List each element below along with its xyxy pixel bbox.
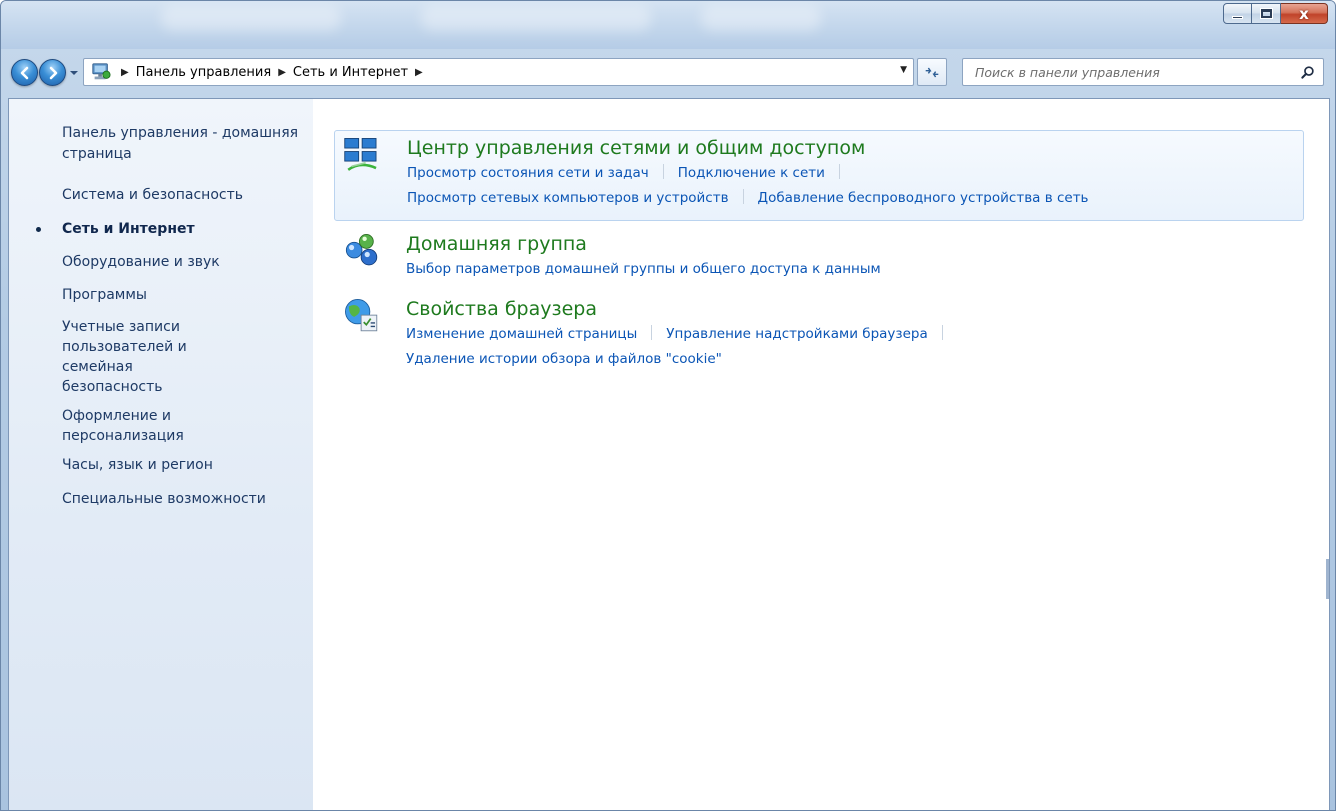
sidebar-item-appearance[interactable]: Оформление и персонализация [9,406,209,446]
search-box [962,58,1324,86]
link-view-network-status[interactable]: Просмотр состояния сети и задач [407,165,649,181]
arrow-right-icon [49,66,57,79]
category-links: Просмотр состояния сети и задач Подключен… [407,161,1293,211]
back-button[interactable] [11,59,38,86]
search-icon[interactable] [1295,60,1319,84]
sidebar: Панель управления - домашняя страница Си… [9,99,313,810]
control-panel-window: x ▶ Панель управления ▶ Сеть и Интернет … [0,0,1336,811]
link-separator [742,189,744,204]
category-network-center: Центр управления сетями и общим доступом… [334,130,1304,221]
sidebar-item-accessibility[interactable]: Специальные возможности [9,489,313,509]
link-view-network-computers[interactable]: Просмотр сетевых компьютеров и устройств [407,190,729,206]
chevron-down-icon [70,71,78,75]
address-dropdown-icon[interactable]: ▼ [900,65,907,75]
category-title-homegroup[interactable]: Домашняя группа [406,231,1294,257]
minimize-icon [1232,15,1243,19]
sidebar-item-hardware-sound[interactable]: Оборудование и звук [9,252,313,272]
minimize-button[interactable] [1223,3,1252,24]
breadcrumb-network-internet[interactable]: Сеть и Интернет [293,65,408,80]
category-links: Изменение домашней страницы Управление на… [406,322,1294,372]
sidebar-item-user-accounts[interactable]: Учетные записи пользователей и семейная … [9,317,249,397]
sidebar-item-programs[interactable]: Программы [9,285,313,305]
category-internet-options: Свойства браузера Изменение домашней стр… [334,292,1304,372]
network-center-icon[interactable] [343,135,389,181]
link-connect-to-network[interactable]: Подключение к сети [678,165,825,181]
breadcrumb-arrow-icon[interactable]: ▶ [278,67,286,78]
maximize-icon [1259,8,1273,19]
refresh-icon [925,67,939,77]
navigation-bar: ▶ Панель управления ▶ Сеть и Интернет ▶ … [1,54,1335,94]
sidebar-item-network-internet[interactable]: Сеть и Интернет [9,219,313,239]
link-change-home-page[interactable]: Изменение домашней страницы [406,326,637,342]
breadcrumb-arrow-icon[interactable]: ▶ [415,67,423,78]
category-title-internet-options[interactable]: Свойства браузера [406,296,1294,322]
link-manage-addons[interactable]: Управление надстройками браузера [666,326,927,342]
sidebar-nav: Панель управления - домашняя страница Си… [9,123,313,509]
homegroup-icon[interactable] [342,231,388,277]
close-button[interactable]: x [1281,3,1328,24]
link-add-wireless-device[interactable]: Добавление беспроводного устройства в се… [758,190,1089,206]
sidebar-item-home[interactable]: Панель управления - домашняя страница [9,123,313,165]
link-separator [662,164,664,179]
title-bar[interactable] [1,1,1335,49]
forward-button[interactable] [39,59,66,86]
link-separator [941,325,943,340]
internet-options-icon[interactable] [342,296,388,342]
arrow-left-icon [20,66,28,79]
sidebar-item-clock-language[interactable]: Часы, язык и регион [9,455,313,475]
link-separator [838,164,840,179]
breadcrumb-arrow-icon[interactable]: ▶ [121,67,129,78]
category-title-network-center[interactable]: Центр управления сетями и общим доступом [407,135,1293,161]
caption-buttons: x [1223,3,1328,24]
content-area: Панель управления - домашняя страница Си… [8,98,1330,810]
search-input[interactable] [963,60,1295,84]
link-homegroup-settings[interactable]: Выбор параметров домашней группы и общег… [406,261,881,277]
maximize-button[interactable] [1252,3,1281,24]
sidebar-item-system-security[interactable]: Система и безопасность [9,185,313,205]
category-homegroup: Домашняя группа Выбор параметров домашне… [334,227,1304,285]
control-panel-icon [88,60,114,84]
window-edge-marker [1326,559,1329,599]
breadcrumb-control-panel[interactable]: Панель управления [136,65,272,80]
recent-pages-dropdown[interactable] [68,65,80,79]
link-delete-history-cookies[interactable]: Удаление истории обзора и файлов "cookie… [406,351,722,367]
main-panel: Центр управления сетями и общим доступом… [313,99,1329,810]
link-separator [651,325,653,340]
address-bar[interactable]: ▶ Панель управления ▶ Сеть и Интернет ▶ … [83,58,914,86]
refresh-button[interactable] [917,58,947,86]
close-icon: x [1299,4,1309,23]
category-links: Выбор параметров домашней группы и общег… [406,257,1294,282]
